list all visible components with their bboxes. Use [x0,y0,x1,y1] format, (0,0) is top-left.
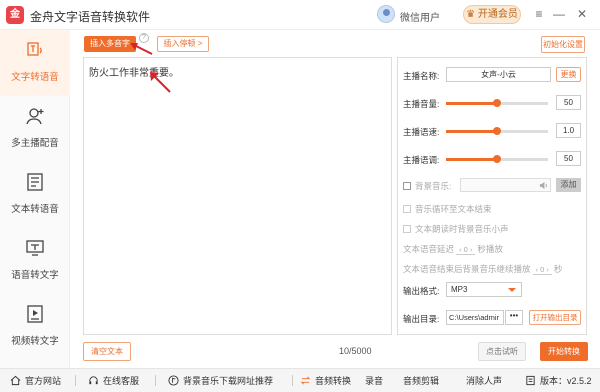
crown-icon: ♛ [466,9,478,20]
open-dir-button[interactable]: 打开输出目录 [529,310,581,325]
sidebar-item-label: 文本转语音 [11,204,59,215]
audio-cut-link[interactable]: 音频剪辑 [403,374,439,387]
speed-value[interactable]: 1.0 [556,123,581,138]
after-row: 文本语音结束后背景音乐继续播放 ‹ 0 › 秒 [403,263,562,275]
user-name[interactable]: 微信用户 [400,9,440,24]
volume-value[interactable]: 50 [556,95,581,110]
music-icon [168,375,179,386]
delay-prefix: 文本语音延迟 [403,244,455,254]
char-count: 10/5000 [339,346,372,356]
sidebar-item-label: 多主播配音 [11,138,59,149]
footer-divider [155,375,156,386]
speech-to-text-icon [26,240,44,256]
change-voice-button[interactable]: 更换 [556,67,581,82]
user-avatar[interactable] [377,5,395,23]
pitch-value[interactable]: 50 [556,151,581,166]
vip-label: 开通会员 [477,9,518,20]
lower-music-label: 文本朗读时背景音乐小声 [415,224,509,234]
pitch-slider-fill [446,158,497,161]
speed-label: 主播语速: [403,127,440,137]
sidebar-item-document-to-speech[interactable]: 文本转语音 [0,162,70,228]
footer-divider [75,375,76,386]
lower-music-checkbox[interactable] [403,225,411,233]
version-info: 版本：v2.5.2 [525,374,592,387]
record-link[interactable]: 录音 [365,374,383,387]
clear-text-button[interactable]: 清空文本 [83,342,131,361]
delay-value[interactable]: ‹ 0 › [456,245,476,255]
volume-slider-handle[interactable] [493,99,501,107]
preview-button[interactable]: 点击试听 [478,342,526,361]
audio-convert-icon [300,376,311,385]
voice-label: 主播名称: [403,71,440,81]
reset-settings-button[interactable]: 初始化设置 [541,36,585,53]
footer-bar: 官方网站 在线客服 背景音乐下载网址推荐 音频转换 录音 音频剪辑 消除人声 版… [0,368,600,392]
bgm-label: 背景音乐: [415,181,452,191]
sidebar-item-label: 语音转文字 [11,270,59,281]
delay-row: 文本语音延迟 ‹ 0 › 秒播放 [403,243,503,255]
vip-button[interactable]: ♛ 开通会员 [463,5,521,24]
close-button[interactable]: ✕ [575,6,589,22]
website-link[interactable]: 官方网站 [10,374,61,387]
text-to-speech-icon [27,42,42,56]
speed-slider-handle[interactable] [493,127,501,135]
title-bar: 金 金舟文字语音转换软件 微信用户 ♛ 开通会员 ≡ — ✕ [0,0,600,30]
speed-slider-fill [446,130,497,133]
settings-box: 主播名称: 女声-小云 更换 主播音量: 50 主播语速: 1.0 主播语调: … [397,57,587,335]
volume-label: 主播音量: [403,99,440,109]
pitch-slider-handle[interactable] [493,155,501,163]
minimize-button[interactable]: — [552,6,566,22]
headset-icon [89,376,98,385]
pitch-label: 主播语调: [403,155,440,165]
format-select[interactable]: MP3 [446,282,522,297]
volume-slider-fill [446,102,497,105]
service-link[interactable]: 在线客服 [88,374,139,387]
after-suffix: 秒 [553,264,563,274]
sidebar-item-multi-voice[interactable]: 多主播配音 [0,96,70,162]
sidebar: 文字转语音 多主播配音 文本转语音 语音转文字 视频转文字 [0,30,70,368]
speaker-icon [539,181,547,190]
loop-music-checkbox[interactable] [403,205,411,213]
app-logo-icon: 金 [6,6,24,24]
document-icon [27,173,43,191]
sidebar-item-text-to-speech[interactable]: 文字转语音 [0,30,70,96]
bgm-download-link[interactable]: 背景音乐下载网址推荐 [168,374,273,387]
annotation-arrow-icon [130,43,153,55]
start-convert-button[interactable]: 开始转换 [540,342,588,361]
delay-suffix: 秒播放 [477,244,503,254]
sidebar-item-speech-to-text[interactable]: 语音转文字 [0,228,70,294]
dir-label: 输出目录: [403,314,440,324]
after-prefix: 文本语音结束后背景音乐继续播放 [403,264,531,274]
voice-name-field[interactable]: 女声-小云 [446,67,551,82]
multi-voice-icon [26,108,44,125]
pitch-slider[interactable] [446,155,548,163]
text-input-area[interactable]: 防火工作非常重要。 [83,57,392,335]
speed-slider[interactable] [446,127,548,135]
version-icon [526,375,535,386]
after-value[interactable]: ‹ 0 › [532,265,552,275]
home-icon [10,375,21,386]
format-label: 输出格式: [403,286,440,296]
browse-dir-button[interactable]: ••• [505,310,523,325]
footer-divider [292,375,293,386]
app-title: 金舟文字语音转换软件 [30,10,151,24]
sidebar-item-label: 文字转语音 [11,72,59,83]
output-dir-field[interactable]: C:\Users\admir [446,310,504,325]
bgm-file-field[interactable] [460,178,551,192]
vocal-remove-link[interactable]: 消除人声 [466,374,502,387]
volume-slider[interactable] [446,99,548,107]
menu-icon[interactable]: ≡ [532,6,546,22]
loop-music-label: 音乐循环至文本结束 [415,204,492,214]
add-bgm-button[interactable]: 添加 [556,178,581,192]
insert-pause-button[interactable]: 插入停顿 > [157,36,209,52]
sidebar-item-video-to-text[interactable]: 视频转文字 [0,294,70,360]
settings-panel: 初始化设置 主播名称: 女声-小云 更换 主播音量: 50 主播语速: 1.0 … [397,30,597,368]
sidebar-item-label: 视频转文字 [11,336,59,347]
annotation-arrow-icon [150,72,171,93]
bgm-checkbox[interactable] [403,182,411,190]
video-icon [27,305,43,323]
audio-convert-link[interactable]: 音频转换 [300,374,351,387]
editor-panel: 插入多音字 ? 插入停顿 > 防火工作非常重要。 清空文本 10/5000 [80,30,392,368]
